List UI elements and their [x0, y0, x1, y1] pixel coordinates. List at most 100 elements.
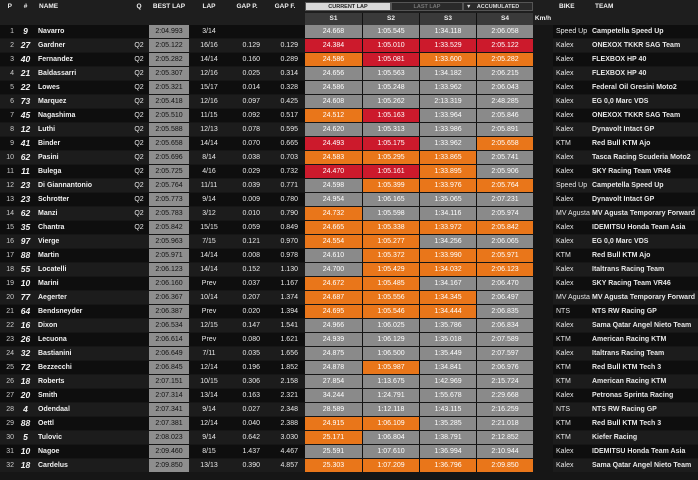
sector-3-time: 1:36.796: [419, 459, 476, 472]
accumulated-select[interactable]: ▼ ACCUMULATED: [463, 2, 533, 11]
qualifying-session: [131, 389, 147, 402]
bike-make: MV Agusta: [556, 294, 590, 301]
sector-3-time: 1:42.969: [419, 375, 476, 388]
rider-name: Bastianini: [38, 350, 72, 357]
team-name: FLEXBOX HP 40: [592, 56, 647, 63]
bike-make: NTS: [556, 406, 570, 413]
position: 14: [6, 210, 14, 217]
table-row[interactable]: 4 21 Baldassarri Q2 2:05.307 12/16 0.025…: [0, 67, 698, 80]
tab-last-lap[interactable]: LAST LAP: [391, 2, 463, 11]
position: 4: [10, 70, 14, 77]
team-name: Campetella Speed Up: [592, 28, 664, 35]
gap-first: 2.388: [280, 420, 298, 427]
number-header[interactable]: #: [18, 0, 33, 13]
qualifying-session: [131, 375, 147, 388]
sector-3-time: 1:33.865: [419, 151, 476, 164]
gap-previous: 0.038: [242, 154, 260, 161]
sector-3-time: 1:33.986: [419, 123, 476, 136]
gap-first: 0.595: [280, 126, 298, 133]
rider-number: 10: [20, 278, 31, 288]
gap-previous: 0.163: [242, 392, 260, 399]
gap-previous: 0.092: [242, 112, 260, 119]
table-row[interactable]: 14 62 Manzi Q2 2:05.783 3/12 0.010 0.790…: [0, 207, 698, 220]
table-row[interactable]: 19 10 Marini 2:06.160 Prev 0.037 1.167 2…: [0, 277, 698, 290]
gap-first: 1.130: [280, 266, 298, 273]
gap-previous: 0.008: [242, 252, 260, 259]
team-name: SKY Racing Team VR46: [592, 168, 671, 175]
sector-4-time: 2:12.852: [476, 431, 533, 444]
bike-make: Speed Up: [556, 28, 588, 35]
table-row[interactable]: 5 22 Lowes Q2 2:05.321 15/17 0.014 0.328…: [0, 81, 698, 94]
speed-value: [533, 165, 553, 178]
gap-previous: 0.040: [242, 420, 260, 427]
q-header[interactable]: Q: [131, 0, 147, 13]
table-row[interactable]: 11 11 Bulega Q2 2:05.725 4/16 0.029 0.73…: [0, 165, 698, 178]
table-row[interactable]: 9 41 Binder Q2 2:05.658 14/14 0.070 0.66…: [0, 137, 698, 150]
position: 24: [6, 350, 14, 357]
team-name: NTS RW Racing GP: [592, 406, 657, 413]
table-row[interactable]: 20 77 Aegerter 2:06.367 10/14 0.207 1.37…: [0, 291, 698, 304]
position: 10: [6, 154, 14, 161]
sector-3-time: 2:13.319: [419, 95, 476, 108]
sector-1-time: 24.668: [305, 25, 362, 38]
table-row[interactable]: 18 55 Locatelli 2:06.123 14/14 0.152 1.1…: [0, 263, 698, 276]
table-row[interactable]: 21 64 Bendsneyder 2:06.387 Prev 0.020 1.…: [0, 305, 698, 318]
sector-4-time: 2:05.974: [476, 207, 533, 220]
position: 26: [6, 378, 14, 385]
table-row[interactable]: 22 16 Dixon 2:06.534 12/15 0.147 1.541 2…: [0, 319, 698, 332]
table-row[interactable]: 17 88 Martin 2:05.971 14/14 0.008 0.978 …: [0, 249, 698, 262]
gap-previous: 1.437: [242, 448, 260, 455]
team-name: Tasca Racing Scuderia Moto2: [592, 154, 691, 161]
sector-2-time: 1:05.313: [362, 123, 419, 136]
table-row[interactable]: 32 18 Cardelus 2:09.850 13/13 0.390 4.85…: [0, 459, 698, 472]
table-row[interactable]: 29 88 Oettl 2:07.381 12/14 0.040 2.388 2…: [0, 417, 698, 430]
rider-name: Luthi: [38, 126, 56, 133]
name-header[interactable]: NAME: [38, 0, 130, 13]
sector-3-time: 1:33.962: [419, 81, 476, 94]
table-row[interactable]: 23 26 Lecuona 2:06.614 Prev 0.080 1.621 …: [0, 333, 698, 346]
team-header[interactable]: TEAM: [592, 0, 692, 13]
table-row[interactable]: 28 4 Odendaal 2:07.341 9/14 0.027 2.348 …: [0, 403, 698, 416]
table-row[interactable]: 12 23 Di Giannantonio Q2 2:05.764 11/11 …: [0, 179, 698, 192]
table-row[interactable]: 27 20 Smith 2:07.314 13/14 0.163 2.321 3…: [0, 389, 698, 402]
gap-p-header[interactable]: GAP P.: [230, 0, 264, 13]
table-row[interactable]: 15 35 Chantra Q2 2:05.842 15/15 0.059 0.…: [0, 221, 698, 234]
tab-current-lap[interactable]: CURRENT LAP: [305, 2, 391, 11]
table-row[interactable]: 25 72 Bezzecchi 2:06.845 12/14 0.196 1.8…: [0, 361, 698, 374]
sector-1-time: 24.470: [305, 165, 362, 178]
sector-4-time: 2:07.597: [476, 347, 533, 360]
position: 20: [6, 294, 14, 301]
lap-count: 12/14: [200, 364, 218, 371]
team-name: Red Bull KTM Ajo: [592, 140, 651, 147]
rider-number: 20: [20, 390, 31, 400]
sector-1-time: 24.878: [305, 361, 362, 374]
table-row[interactable]: 30 5 Tulovic 2:08.023 9/14 0.642 3.030 2…: [0, 431, 698, 444]
lap-count: 10/15: [200, 378, 218, 385]
speed-value: [533, 151, 553, 164]
best-lap-header[interactable]: BEST LAP: [149, 0, 189, 13]
table-row[interactable]: 1 9 Navarro 2:04.993 3/14 24.668 1:05.54…: [0, 25, 698, 38]
table-row[interactable]: 10 62 Pasini Q2 2:05.696 8/14 0.038 0.70…: [0, 151, 698, 164]
bike-make: KTM: [556, 378, 571, 385]
position: 27: [6, 392, 14, 399]
table-row[interactable]: 13 23 Schrotter Q2 2:05.773 9/14 0.009 0…: [0, 193, 698, 206]
speed-value: [533, 277, 553, 290]
sector-3-time: 1:34.118: [419, 25, 476, 38]
pos-header[interactable]: P: [0, 0, 14, 13]
bike-make: Kalex: [556, 70, 574, 77]
table-row[interactable]: 16 97 Vierge 2:05.963 7/15 0.121 0.970 2…: [0, 235, 698, 248]
lap-header[interactable]: LAP: [192, 0, 226, 13]
table-row[interactable]: 24 32 Bastianini 2:06.649 7/11 0.035 1.6…: [0, 347, 698, 360]
table-row[interactable]: 6 73 Marquez Q2 2:05.418 12/16 0.097 0.4…: [0, 95, 698, 108]
table-row[interactable]: 7 45 Nagashima Q2 2:05.510 11/15 0.092 0…: [0, 109, 698, 122]
table-row[interactable]: 26 18 Roberts 2:07.151 10/15 0.306 2.158…: [0, 375, 698, 388]
bike-header[interactable]: BIKE: [556, 0, 586, 13]
table-row[interactable]: 8 12 Luthi Q2 2:05.588 12/13 0.078 0.595…: [0, 123, 698, 136]
table-row[interactable]: 31 10 Nagoe 2:09.460 8/15 1.437 4.467 25…: [0, 445, 698, 458]
table-row[interactable]: 2 27 Gardner Q2 2:05.122 16/16 0.129 0.1…: [0, 39, 698, 52]
rider-number: 45: [20, 110, 31, 120]
table-row[interactable]: 3 40 Fernandez Q2 2:05.282 14/14 0.160 0…: [0, 53, 698, 66]
lap-count: 9/14: [202, 434, 216, 441]
lap-count: 14/14: [200, 266, 218, 273]
gap-f-header[interactable]: GAP F.: [268, 0, 302, 13]
